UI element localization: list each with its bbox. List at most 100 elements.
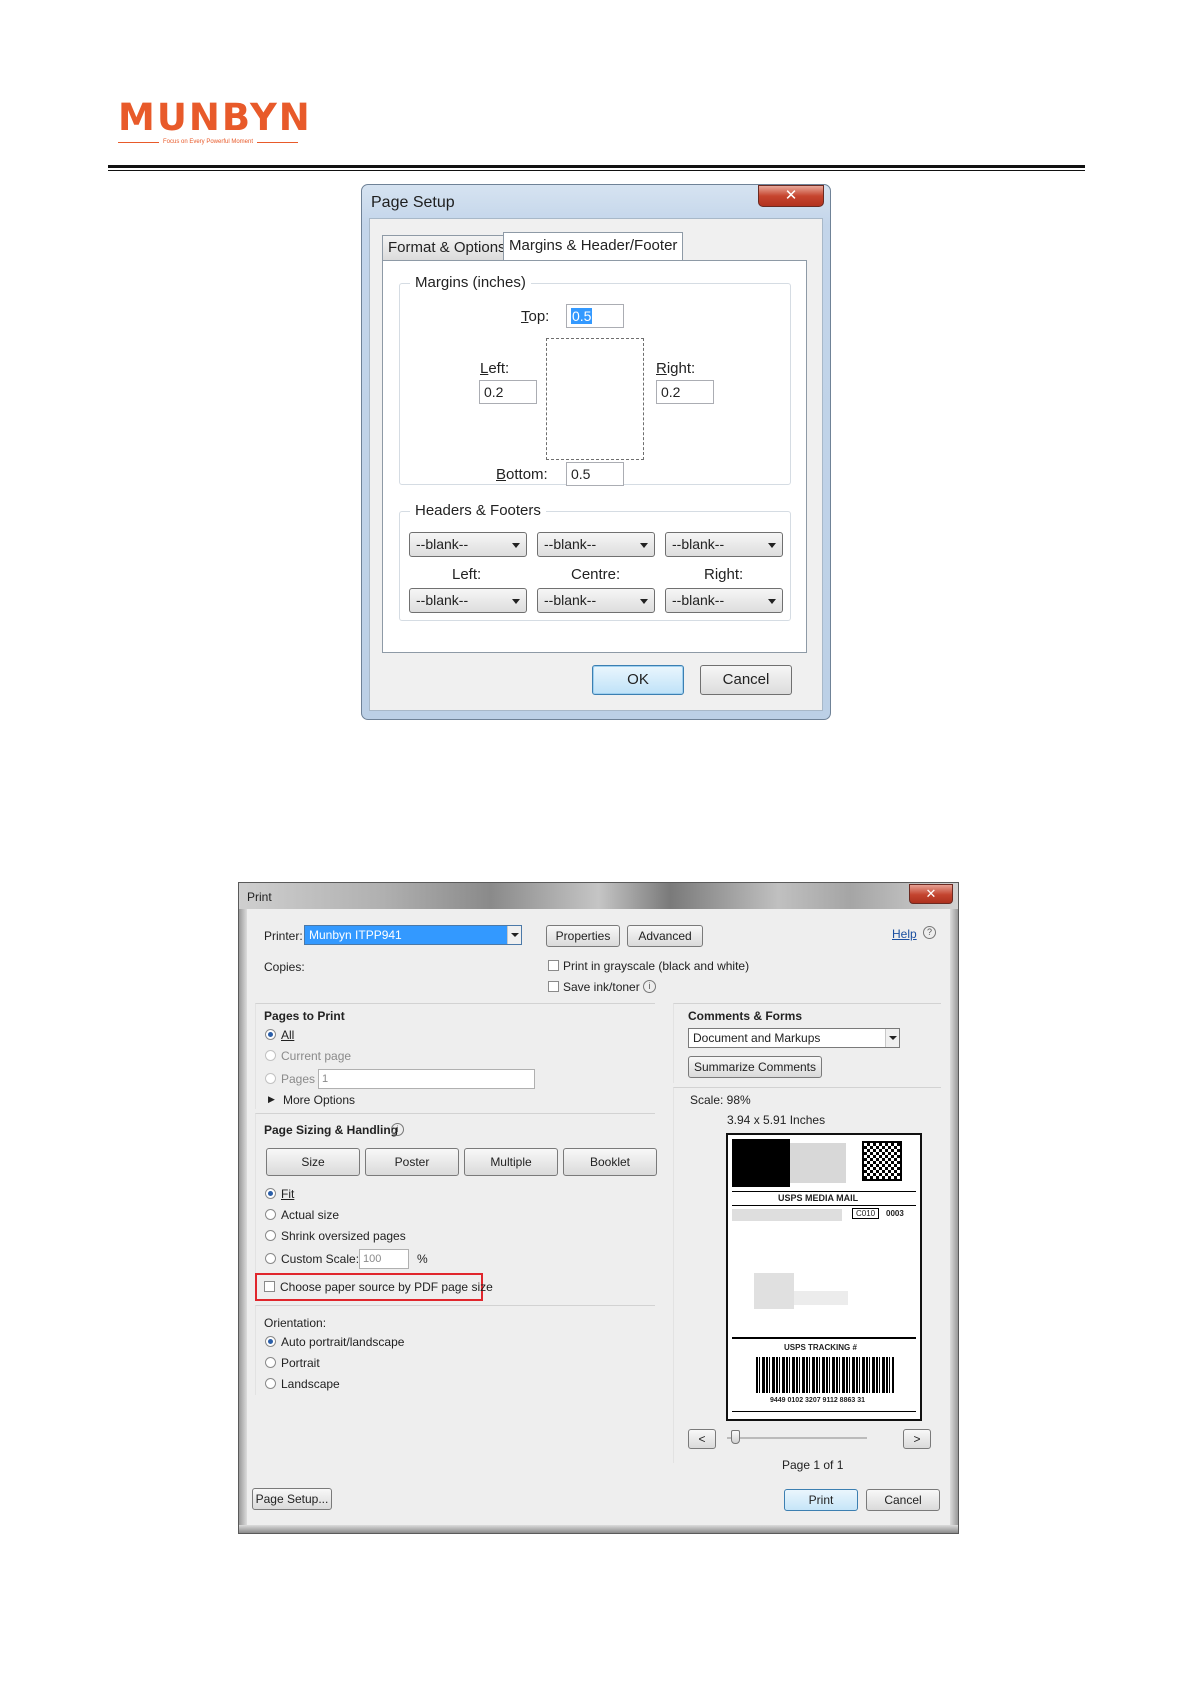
footer-centre-select[interactable]: --blank-- xyxy=(537,588,655,613)
advanced-button[interactable]: Advanced xyxy=(627,925,703,947)
header-right-select[interactable]: --blank-- xyxy=(665,532,783,557)
chevron-down-icon xyxy=(768,543,776,548)
dimensions-readout: 3.94 x 5.91 Inches xyxy=(727,1113,826,1127)
chevron-down-icon xyxy=(885,1029,899,1047)
footer-right-select[interactable]: --blank-- xyxy=(665,588,783,613)
dialog-title: Page Setup xyxy=(371,194,455,211)
column-label-left: Left: xyxy=(452,566,482,583)
next-page-button[interactable]: > xyxy=(903,1429,931,1449)
radio-custom-scale[interactable] xyxy=(265,1253,276,1264)
pages-to-print-title: Pages to Print xyxy=(264,1009,345,1023)
radio-all[interactable] xyxy=(265,1029,276,1040)
printer-label: Printer: xyxy=(264,929,303,943)
chevron-down-icon xyxy=(512,543,520,548)
printer-select[interactable]: Munbyn ITPP941 xyxy=(304,925,522,945)
munbyn-logo: MUNBYN Focus on Every Powerful Moment xyxy=(118,98,310,145)
left-margin-input[interactable]: 0.2 xyxy=(479,380,537,404)
radio-shrink-oversized[interactable] xyxy=(265,1230,276,1241)
landscape-label: Landscape xyxy=(281,1377,340,1391)
chevron-down-icon xyxy=(640,543,648,548)
blurred-area xyxy=(790,1143,846,1183)
help-icon[interactable]: ? xyxy=(923,926,936,939)
radio-portrait[interactable] xyxy=(265,1357,276,1368)
info-icon[interactable]: i xyxy=(391,1123,404,1136)
chevron-down-icon xyxy=(640,599,648,604)
close-button[interactable]: ✕ xyxy=(758,185,824,207)
radio-landscape[interactable] xyxy=(265,1378,276,1389)
grayscale-checkbox[interactable] xyxy=(548,960,559,971)
right-margin-input[interactable]: 0.2 xyxy=(656,380,714,404)
header-rule xyxy=(108,165,1085,168)
print-dialog: Print ✕ Printer: Munbyn ITPP941 Properti… xyxy=(238,882,959,1534)
footer-left-select[interactable]: --blank-- xyxy=(409,588,527,613)
route-code: C010 xyxy=(852,1208,880,1219)
tab-margins-header-footer[interactable]: Margins & Header/Footer xyxy=(503,232,684,261)
top-label: Top: xyxy=(521,308,550,325)
help-link[interactable]: Help xyxy=(892,927,917,941)
actual-size-label: Actual size xyxy=(281,1208,340,1222)
properties-button[interactable]: Properties xyxy=(546,925,620,947)
copies-label: Copies: xyxy=(264,960,305,974)
tab-format-options[interactable]: Format & Options xyxy=(382,235,512,261)
poster-button[interactable]: Poster xyxy=(365,1148,459,1176)
percent-label: % xyxy=(417,1252,428,1266)
page-setup-button[interactable]: Page Setup... xyxy=(252,1488,332,1510)
all-label: All xyxy=(281,1028,295,1042)
more-options-toggle[interactable]: More Options xyxy=(283,1093,355,1107)
radio-auto-orientation[interactable] xyxy=(265,1336,276,1347)
page-setup-dialog: Page Setup ✕ Format & Options Margins & … xyxy=(361,184,831,720)
margins-group-title: Margins (inches) xyxy=(410,274,531,291)
print-button[interactable]: Print xyxy=(784,1489,858,1511)
radio-actual-size[interactable] xyxy=(265,1209,276,1220)
pages-range-input[interactable]: 1 xyxy=(318,1069,535,1089)
prev-page-button[interactable]: < xyxy=(688,1429,716,1449)
page-sizing-title: Page Sizing & Handling xyxy=(264,1123,399,1137)
dialog-body: Format & Options Margins & Header/Footer… xyxy=(369,218,823,711)
header-centre-select[interactable]: --blank-- xyxy=(537,532,655,557)
tracking-number: 9449 0102 3207 9112 8863 31 xyxy=(770,1397,865,1404)
choose-paper-source-checkbox[interactable] xyxy=(264,1281,275,1292)
headers-footers-title: Headers & Footers xyxy=(410,502,546,519)
column-label-centre: Centre: xyxy=(571,566,621,583)
top-margin-input[interactable]: 0.5 xyxy=(566,304,624,328)
custom-scale-input[interactable]: 100 xyxy=(359,1249,409,1269)
bottom-margin-input[interactable]: 0.5 xyxy=(566,462,624,486)
orientation-title: Orientation: xyxy=(264,1316,327,1330)
print-title: Print xyxy=(247,890,272,904)
info-icon[interactable]: i xyxy=(643,980,656,993)
ok-button[interactable]: OK xyxy=(592,665,684,695)
booklet-button[interactable]: Booklet xyxy=(563,1148,657,1176)
pages-label: Pages xyxy=(281,1072,316,1086)
summarize-comments-button[interactable]: Summarize Comments xyxy=(688,1056,822,1078)
radio-current-page[interactable] xyxy=(265,1050,276,1061)
grayscale-label: Print in grayscale (black and white) xyxy=(563,959,750,973)
header-rule-thin xyxy=(108,170,1085,171)
expand-triangle-icon[interactable]: ▶ xyxy=(268,1094,275,1105)
header-left-select[interactable]: --blank-- xyxy=(409,532,527,557)
blurred-logo-block xyxy=(732,1139,790,1187)
blurred-area xyxy=(732,1209,842,1221)
save-ink-checkbox[interactable] xyxy=(548,981,559,992)
chevron-down-icon xyxy=(507,926,521,944)
chevron-down-icon xyxy=(512,599,520,604)
label-preview: USPS MEDIA MAIL C010 0003 USPS TRACKING … xyxy=(726,1133,922,1421)
current-page-label: Current page xyxy=(281,1049,352,1063)
logo-tagline: Focus on Every Powerful Moment xyxy=(118,139,299,145)
page-slider-track[interactable] xyxy=(727,1437,867,1439)
print-close-button[interactable]: ✕ xyxy=(909,884,953,904)
headers-footers-group: Headers & Footers --blank-- --blank-- --… xyxy=(399,502,791,621)
print-cancel-button[interactable]: Cancel xyxy=(866,1489,940,1511)
radio-fit[interactable] xyxy=(265,1188,276,1199)
tracking-barcode xyxy=(756,1357,894,1393)
column-label-right: Right: xyxy=(704,566,744,583)
tracking-title: USPS TRACKING # xyxy=(784,1343,857,1352)
radio-pages[interactable] xyxy=(265,1073,276,1084)
cancel-button[interactable]: Cancel xyxy=(700,665,792,695)
multiple-button[interactable]: Multiple xyxy=(464,1148,558,1176)
left-label: Left: xyxy=(480,360,510,377)
page-slider-thumb[interactable] xyxy=(731,1430,740,1444)
tab-panel: Margins (inches) Top: 0.5 Left: 0.2 Righ… xyxy=(382,260,807,653)
page-indicator: Page 1 of 1 xyxy=(782,1458,844,1472)
comments-select[interactable]: Document and Markups xyxy=(688,1028,900,1048)
size-button[interactable]: Size xyxy=(266,1148,360,1176)
